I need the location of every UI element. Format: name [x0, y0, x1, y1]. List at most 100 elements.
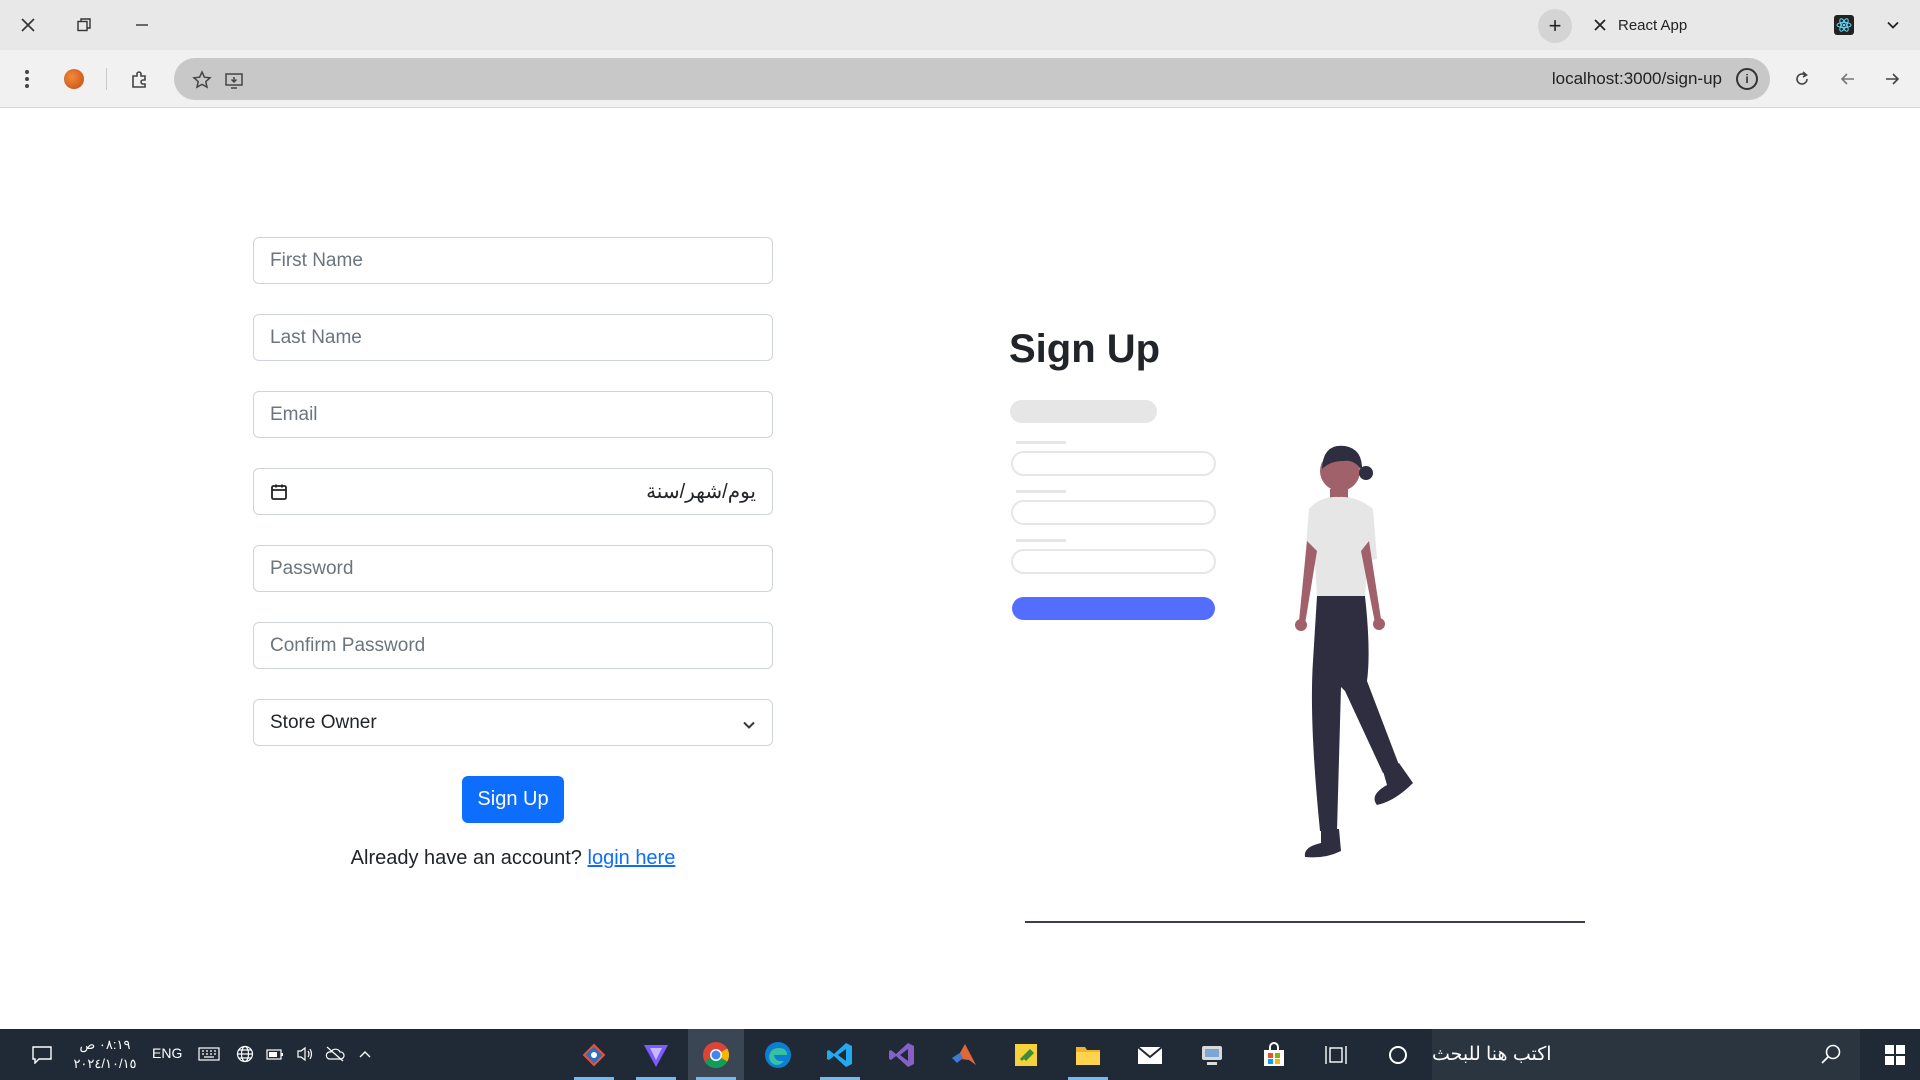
taskbar-app-matlab[interactable]: [936, 1029, 992, 1080]
tab-search-button[interactable]: [1880, 12, 1906, 38]
visual-studio-icon: [887, 1040, 917, 1070]
taskbar-app-vite[interactable]: [628, 1029, 684, 1080]
chrome-icon: [701, 1040, 731, 1070]
login-prompt-text: Already have an account?: [350, 847, 582, 869]
email-field[interactable]: [253, 391, 773, 438]
role-selected-value: Store Owner: [270, 711, 377, 733]
minimize-icon: [136, 24, 148, 26]
task-view-button[interactable]: [1308, 1029, 1364, 1080]
task-view-icon: [1321, 1040, 1351, 1070]
install-app-icon[interactable]: [222, 68, 246, 92]
matlab-icon: [949, 1040, 979, 1070]
keyboard-icon[interactable]: [198, 1043, 220, 1065]
new-tab-button[interactable]: +: [1538, 9, 1572, 43]
clock-date: ٢٠٢٤/١٠/١٥: [73, 1056, 137, 1071]
toolbar-divider: [106, 68, 107, 90]
chevron-down-icon: [742, 716, 756, 730]
close-window-button[interactable]: [10, 10, 46, 40]
taskbar-app-git[interactable]: [566, 1029, 622, 1080]
chevron-up-icon[interactable]: [354, 1043, 376, 1065]
first-name-field[interactable]: [253, 237, 773, 284]
signup-submit-button[interactable]: Sign Up: [462, 776, 564, 823]
role-select[interactable]: Store Owner: [253, 699, 773, 746]
notifications-button[interactable]: [22, 1029, 62, 1080]
first-name-input[interactable]: [270, 249, 756, 272]
taskbar-app-sticky-notes[interactable]: [998, 1029, 1054, 1080]
login-prompt: Already have an account? login here: [253, 847, 773, 870]
vscode-icon: [825, 1040, 855, 1070]
store-icon: [1259, 1040, 1289, 1070]
confirm-password-field[interactable]: [253, 622, 773, 669]
onedrive-offline-icon[interactable]: [324, 1043, 346, 1065]
windows-logo-icon: [1885, 1044, 1905, 1065]
restore-window-button[interactable]: [66, 10, 102, 40]
taskbar-app-visual-studio[interactable]: [874, 1029, 930, 1080]
email-input[interactable]: [270, 403, 756, 426]
vite-icon: [641, 1040, 671, 1070]
password-field[interactable]: [253, 545, 773, 592]
search-icon: [1821, 1044, 1841, 1064]
clock[interactable]: ٠٨:١٩ ص ٢٠٢٤/١٠/١٥: [66, 1035, 144, 1073]
cortana-icon: [1383, 1040, 1413, 1070]
date-value: يوم/شهر/سنة: [646, 481, 756, 503]
signup-illustration: [1010, 400, 1585, 923]
taskbar-app-mail[interactable]: [1122, 1029, 1178, 1080]
restore-icon: [77, 18, 91, 32]
bookmark-star-icon[interactable]: [190, 68, 214, 92]
arrow-left-icon: [1840, 73, 1854, 85]
minimize-window-button[interactable]: [124, 10, 160, 40]
forward-button[interactable]: [1832, 63, 1864, 95]
page-content: يوم/شهر/سنة Store Owner Sign Up Already …: [0, 109, 1920, 1029]
browser-menu-button[interactable]: [11, 63, 43, 95]
back-button[interactable]: [1876, 63, 1908, 95]
confirm-password-input[interactable]: [270, 634, 756, 657]
calendar-icon[interactable]: [270, 483, 288, 501]
taskbar-app-network[interactable]: [1184, 1029, 1240, 1080]
tab-close-button[interactable]: [1582, 7, 1618, 43]
mail-icon: [1135, 1040, 1165, 1070]
reload-icon: [1796, 71, 1808, 85]
extensions-button[interactable]: [124, 63, 156, 95]
taskbar-app-chrome[interactable]: [688, 1029, 744, 1080]
last-name-field[interactable]: [253, 314, 773, 361]
last-name-input[interactable]: [270, 326, 756, 349]
edge-icon: [763, 1040, 793, 1070]
site-info-icon[interactable]: i: [1736, 68, 1758, 90]
taskbar-search[interactable]: اكتب هنا للبحث: [1432, 1029, 1860, 1080]
volume-icon[interactable]: [294, 1043, 316, 1065]
notification-icon: [32, 1045, 52, 1064]
profile-avatar[interactable]: [64, 69, 84, 89]
chevron-down-icon: [1887, 21, 1899, 29]
taskbar-app-file-explorer[interactable]: [1060, 1029, 1116, 1080]
taskbar-app-store[interactable]: [1246, 1029, 1302, 1080]
network-icon: [1197, 1040, 1227, 1070]
url-text: localhost:3000/sign-up: [1551, 69, 1722, 88]
cortana-button[interactable]: [1370, 1029, 1426, 1080]
browser-toolbar: localhost:3000/sign-up i: [0, 50, 1920, 108]
tab-react-app[interactable]: React App: [1582, 6, 1864, 44]
clock-time: ٠٨:١٩ ص: [79, 1037, 131, 1052]
battery-icon[interactable]: [264, 1043, 286, 1065]
reload-button[interactable]: [1786, 63, 1818, 95]
react-icon: [1834, 15, 1854, 35]
birthdate-field[interactable]: يوم/شهر/سنة: [253, 468, 773, 515]
page-title: Sign Up: [1009, 327, 1161, 371]
taskbar-app-edge[interactable]: [750, 1029, 806, 1080]
close-icon: [21, 18, 35, 32]
close-icon: [1594, 19, 1606, 31]
kebab-menu-icon: [25, 70, 29, 88]
arrow-right-icon: [1886, 73, 1900, 85]
taskbar-app-vscode[interactable]: [812, 1029, 868, 1080]
password-input[interactable]: [270, 557, 756, 580]
tab-title: React App: [1618, 16, 1688, 34]
git-icon: [579, 1040, 609, 1070]
login-link[interactable]: login here: [588, 847, 676, 869]
taskbar-search-placeholder: اكتب هنا للبحث: [1432, 1044, 1552, 1065]
globe-icon[interactable]: [234, 1043, 256, 1065]
puzzle-icon: [132, 71, 146, 88]
language-indicator[interactable]: ENG: [152, 1045, 182, 1061]
address-bar[interactable]: localhost:3000/sign-up i: [174, 58, 1770, 100]
file-explorer-icon: [1073, 1040, 1103, 1070]
plus-icon: +: [1548, 13, 1562, 38]
start-button[interactable]: [1870, 1029, 1920, 1080]
